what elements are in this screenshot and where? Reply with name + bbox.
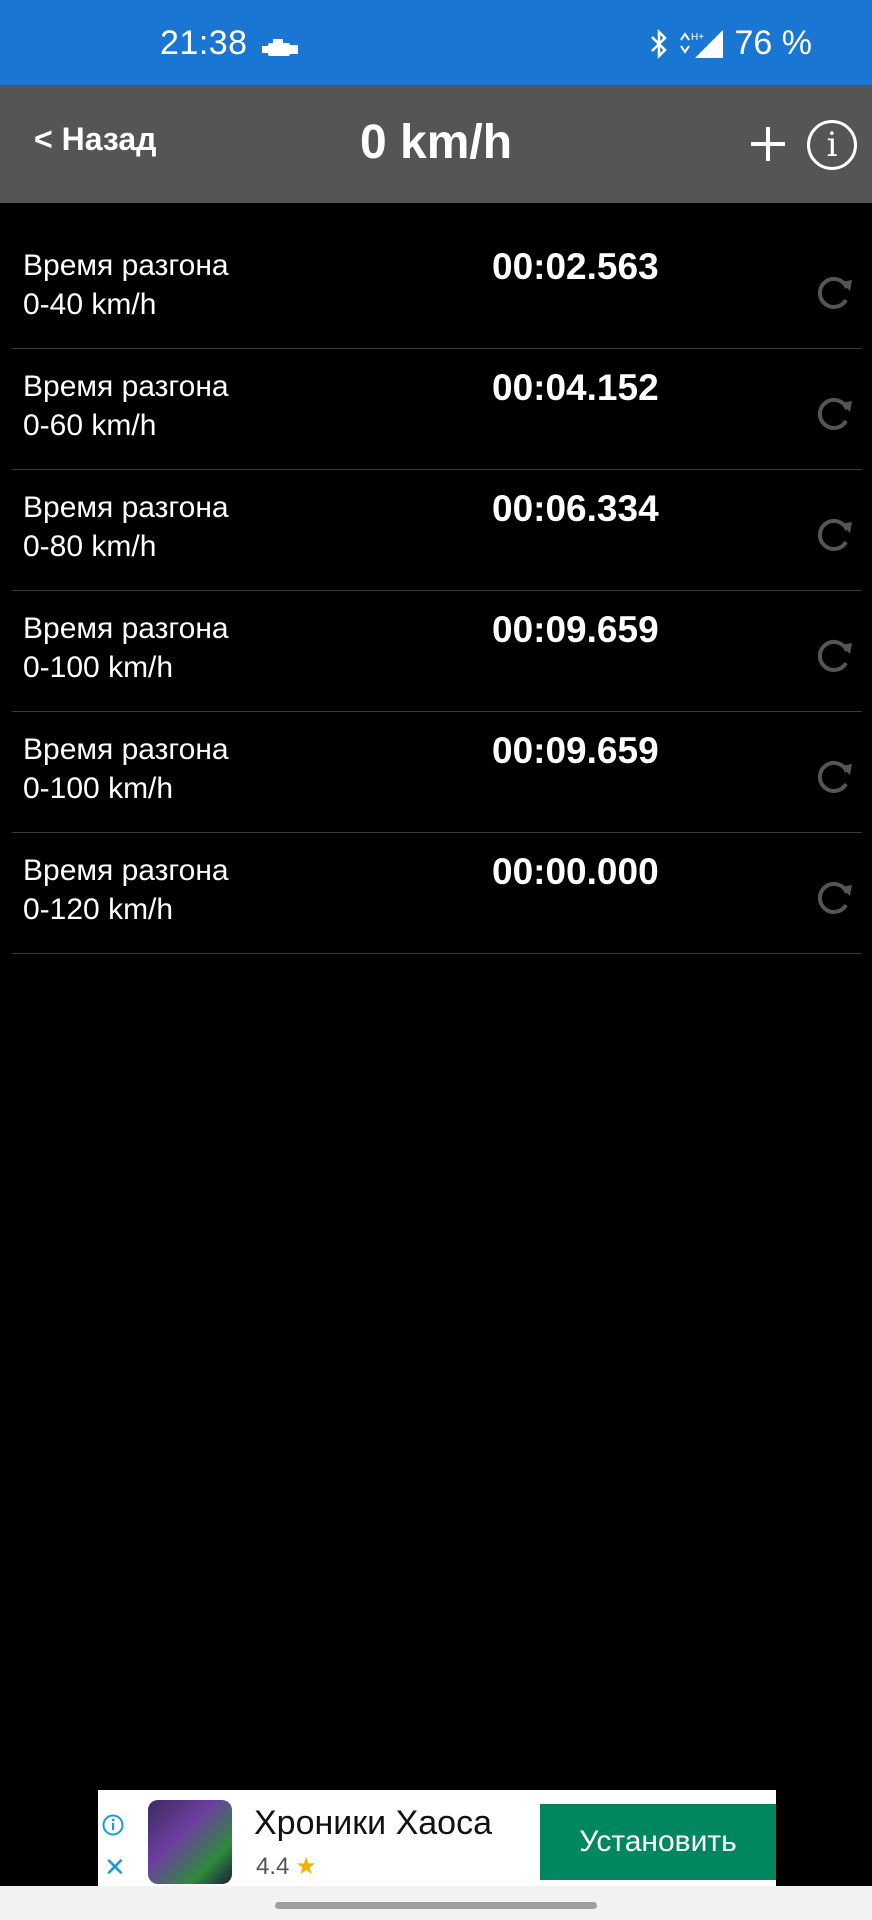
bluetooth-icon	[650, 28, 667, 59]
signal-icon: H+	[679, 29, 723, 58]
ad-app-icon[interactable]	[148, 1800, 232, 1884]
list-item: Время разгона 0-120 km/h 00:00.000	[12, 833, 862, 954]
list-item: Время разгона 0-100 km/h 00:09.659	[12, 712, 862, 833]
page-title: 0 km/h	[359, 116, 513, 169]
navigation-bar	[0, 1886, 872, 1920]
row-label: Время разгона 0-80 km/h	[23, 491, 229, 563]
ad-info-icon[interactable]	[102, 1814, 124, 1836]
ad-title[interactable]: Хроники Хаоса	[254, 1804, 492, 1843]
toolbar: < Назад 0 km/h i	[0, 85, 872, 203]
row-label: Время разгона 0-100 km/h	[23, 733, 229, 805]
row-label: Время разгона 0-100 km/h	[23, 612, 229, 684]
refresh-icon[interactable]	[812, 875, 856, 919]
refresh-icon[interactable]	[812, 391, 856, 435]
list-item: Время разгона 0-80 km/h 00:06.334	[12, 470, 862, 591]
status-time: 21:38	[160, 24, 248, 62]
row-time: 00:09.659	[492, 730, 659, 771]
acceleration-list: Время разгона 0-40 km/h 00:02.563 Время …	[12, 228, 862, 954]
refresh-icon[interactable]	[812, 633, 856, 677]
star-icon: ★	[295, 1853, 317, 1880]
row-label: Время разгона 0-40 km/h	[23, 249, 229, 321]
list-item: Время разгона 0-40 km/h 00:02.563	[12, 228, 862, 349]
status-right: H+ 76 %	[649, 24, 813, 63]
refresh-icon[interactable]	[812, 512, 856, 556]
info-icon[interactable]: i	[807, 120, 857, 170]
list-item: Время разгона 0-100 km/h 00:09.659	[12, 591, 862, 712]
row-time: 00:09.659	[492, 609, 659, 650]
row-time: 00:04.152	[492, 367, 659, 408]
row-label: Время разгона 0-120 km/h	[23, 854, 229, 926]
ad-rating: 4.4 ★	[256, 1853, 317, 1880]
install-button[interactable]: Установить	[540, 1804, 776, 1880]
status-bar: 21:38 H+ 76 %	[0, 0, 872, 85]
row-label: Время разгона 0-60 km/h	[23, 370, 229, 442]
refresh-icon[interactable]	[812, 270, 856, 314]
row-time: 00:02.563	[492, 246, 659, 287]
car-engine-icon	[262, 39, 298, 56]
row-time: 00:06.334	[492, 488, 659, 529]
list-item: Время разгона 0-60 km/h 00:04.152	[12, 349, 862, 470]
gesture-handle[interactable]	[275, 1902, 597, 1909]
refresh-icon[interactable]	[812, 754, 856, 798]
ad-banner[interactable]: ✕ Хроники Хаоса 4.4 ★ Установить	[98, 1790, 776, 1886]
battery-text: 76 %	[734, 24, 813, 62]
plus-icon[interactable]	[746, 115, 790, 171]
svg-text:H+: H+	[691, 32, 704, 43]
ad-close-icon[interactable]: ✕	[104, 1854, 126, 1880]
row-time: 00:00.000	[492, 851, 659, 892]
